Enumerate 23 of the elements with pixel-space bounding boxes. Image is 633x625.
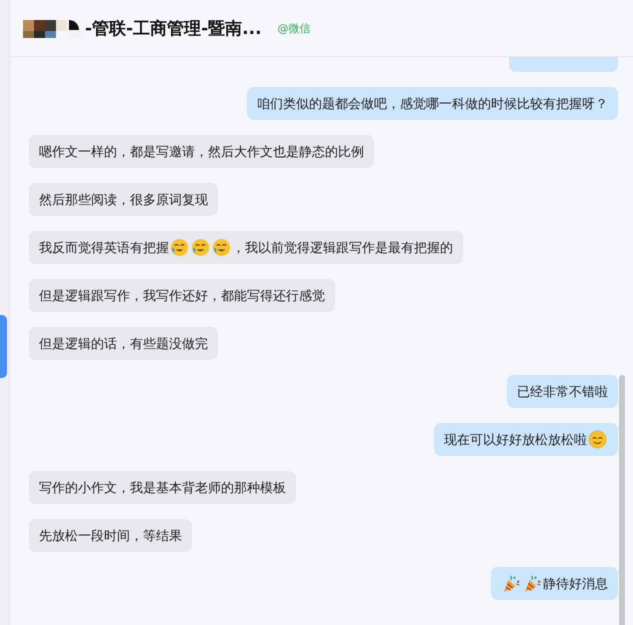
message-text: 写作的小作文，我是基本背老师的那种模板 <box>39 480 286 496</box>
chat-title: -管联-工商管理-暨南... <box>85 18 262 40</box>
smiling-emoji-icon <box>588 430 607 449</box>
laughing-crying-emoji-icon <box>212 238 231 257</box>
mosaic-drawing <box>23 20 85 40</box>
selection-indicator <box>0 315 7 378</box>
message-text: 现在可以好好放松放松啦 <box>444 432 587 448</box>
message-text: 咱们类似的题都会做吧，感觉哪一科做的时候比较有把握呀？ <box>257 96 608 112</box>
message-text: 静待好消息 <box>543 576 608 592</box>
party-popper-icon <box>502 574 521 593</box>
message-text: 嗯作文一样的，都是写邀请，然后大作文也是静态的比例 <box>39 144 364 160</box>
laughing-crying-emoji-icon <box>170 238 189 257</box>
source-label: @微信 <box>278 20 311 36</box>
message-text: 然后那些阅读，很多原词复现 <box>39 192 208 208</box>
message-text: 已经非常不错啦 <box>517 384 608 400</box>
message-text: 先放松一段时间，等结果 <box>39 528 182 544</box>
party-popper-icon <box>523 574 542 593</box>
message-text: 我反而觉得英语有把握 <box>39 240 169 256</box>
scrollbar-thumb[interactable] <box>619 375 625 625</box>
message-text: 但是逻辑的话，有些题没做完 <box>39 336 208 352</box>
message-text: ，我以前觉得逻辑跟写作是最有把握的 <box>232 240 453 256</box>
message-text: 但是逻辑跟写作，我写作还好，都能写得还行感觉 <box>39 288 325 304</box>
laughing-crying-emoji-icon <box>191 238 210 257</box>
